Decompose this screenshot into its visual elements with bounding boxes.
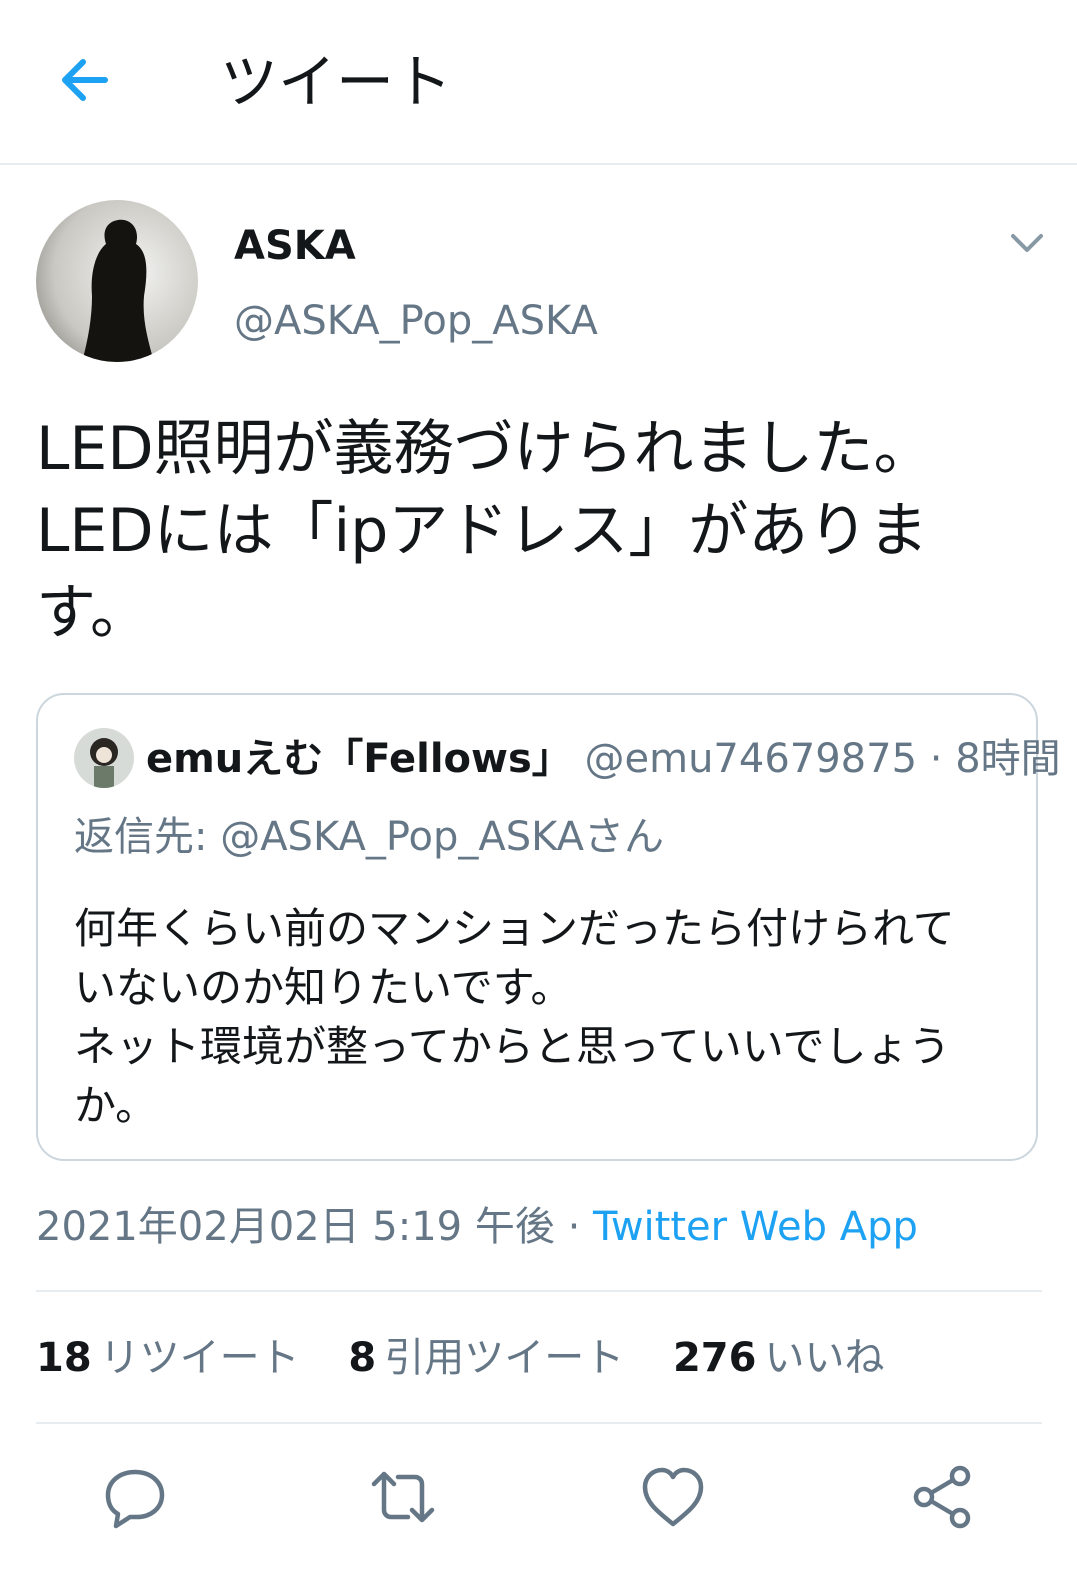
quoted-reply-to: 返信先: @ASKA_Pop_ASKAさん [74,814,665,860]
quoted-header: emuえむ「Fellows」 @emu74679875 · 8時間 [146,731,1061,787]
retweet-label: リツイート [99,1335,300,1381]
quote-label: 引用ツイート [384,1335,625,1381]
tweet-meta: 2021年02月02日 5:19 午後 · Twitter Web App [36,1200,918,1254]
reply-icon[interactable] [100,1462,170,1532]
timestamp: 2021年02月02日 5:19 午後 [36,1204,555,1250]
retweet-count: 18 [36,1335,92,1381]
retweet-icon[interactable] [368,1462,438,1532]
avatar[interactable] [36,200,198,362]
engagement-stats: 18 リツイート 8 引用ツイート 276 いいね [36,1330,920,1386]
share-icon[interactable] [908,1462,978,1532]
quoted-separator: · [929,736,943,782]
source-link[interactable]: Twitter Web App [593,1204,918,1250]
arrow-left-icon[interactable] [55,50,115,110]
like-count: 276 [672,1335,757,1381]
top-app-bar: ツイート [0,0,1077,165]
divider [36,1422,1042,1424]
quote-count: 8 [348,1335,377,1381]
quoted-tweet[interactable]: emuえむ「Fellows」 @emu74679875 · 8時間 返信先: @… [36,693,1061,1161]
likes-stat[interactable]: 276 いいね [673,1330,885,1386]
like-label: いいね [764,1335,885,1381]
chevron-down-icon[interactable] [1008,228,1046,258]
quoted-time: 8時間 [955,736,1061,782]
quoted-display-name: emuえむ「Fellows」 [146,736,572,782]
divider [36,1290,1042,1292]
display-name[interactable]: ASKA [234,220,356,272]
quoted-handle: @emu74679875 [584,736,918,782]
meta-separator: · [567,1204,581,1250]
like-icon[interactable] [638,1462,708,1532]
quoted-avatar [74,728,134,788]
tweet-text: LED照明が義務づけられました。 LEDには「ipアドレス」がありま す。 [36,414,934,648]
retweets-stat[interactable]: 18 リツイート [36,1330,300,1386]
user-handle[interactable]: @ASKA_Pop_ASKA [234,295,598,347]
quoted-text: 何年くらい前のマンションだったら付けられて いないのか知りたいです。 ネット環境… [74,904,955,1130]
page-title: ツイート [220,48,453,116]
quotes-stat[interactable]: 8 引用ツイート [348,1330,624,1386]
